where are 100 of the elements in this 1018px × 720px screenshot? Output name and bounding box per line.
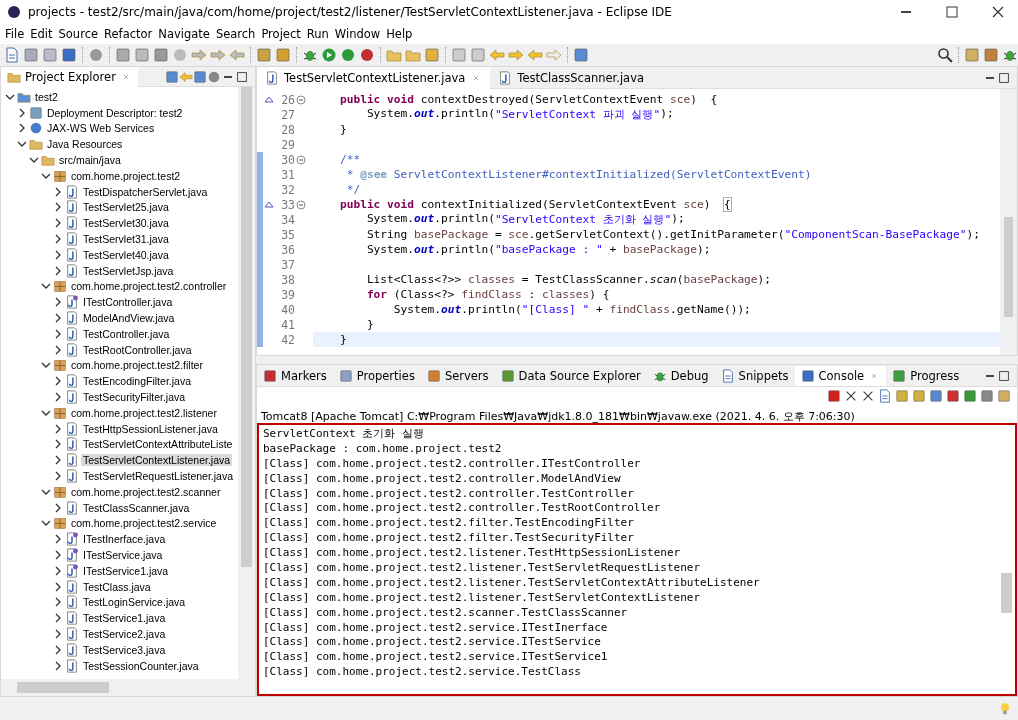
tree-item[interactable]: Deployment Descriptor: test2: [45, 106, 185, 119]
menu-item[interactable]: File: [2, 27, 28, 41]
expand-chevron-icon[interactable]: [53, 629, 63, 639]
tree-item[interactable]: TestService3.java: [81, 643, 168, 656]
tree-item[interactable]: TestServletJsp.java: [81, 264, 176, 277]
menu-item[interactable]: Source: [55, 27, 102, 41]
vertical-scrollbar[interactable]: [238, 87, 255, 679]
new-file-icon[interactable]: [4, 47, 20, 63]
expand-chevron-icon[interactable]: [17, 107, 27, 118]
expand-chevron-icon[interactable]: [53, 644, 63, 655]
expand-chevron-icon[interactable]: [53, 581, 63, 592]
tree-item[interactable]: TestSecurityFilter.java: [81, 391, 188, 404]
tree-item[interactable]: Java Resources: [45, 138, 125, 151]
tree-item[interactable]: TestSessionCounter.java: [81, 659, 201, 672]
fold-icon[interactable]: [296, 94, 306, 105]
tree-item[interactable]: TestRootController.java: [81, 343, 194, 356]
tree-item[interactable]: TestServletRequestListener.java: [81, 470, 235, 482]
view-tab[interactable]: Markers: [257, 365, 333, 386]
tree-item[interactable]: TestHttpSessionListener.java: [81, 422, 220, 435]
tree-item[interactable]: com.home.project.test2: [69, 169, 183, 182]
expand-chevron-icon[interactable]: [53, 313, 63, 324]
tree-item[interactable]: JAX-WS Web Services: [45, 122, 157, 135]
tree-item[interactable]: ITestService.java: [81, 549, 165, 561]
remove-icon[interactable]: [844, 389, 858, 403]
tree-item[interactable]: ModelAndView.java: [81, 312, 177, 325]
menu-item[interactable]: Project: [258, 27, 304, 41]
expand-chevron-icon[interactable]: [53, 392, 63, 403]
menu-item[interactable]: Window: [331, 27, 384, 41]
minimize-icon[interactable]: [986, 76, 994, 79]
expand-chevron-icon[interactable]: [17, 123, 27, 134]
expand-chevron-icon[interactable]: [53, 502, 63, 513]
expand-chevron-icon[interactable]: [53, 234, 63, 245]
menu-item[interactable]: Help: [383, 27, 416, 41]
fold-icon[interactable]: [296, 199, 306, 210]
expand-chevron-icon[interactable]: [53, 613, 63, 624]
vertical-scrollbar[interactable]: [1000, 89, 1017, 355]
tree-item[interactable]: com.home.project.test2.controller: [69, 280, 229, 293]
tree-item[interactable]: TestLoginService.java: [81, 596, 188, 609]
expand-chevron-icon[interactable]: [53, 344, 63, 355]
maximize-icon[interactable]: [235, 69, 249, 84]
menu-item[interactable]: Navigate: [155, 27, 213, 41]
tree-item[interactable]: ITestService1.java: [81, 564, 171, 577]
expand-chevron-icon[interactable]: [53, 202, 63, 213]
tree-item[interactable]: ITestInerface.java: [81, 533, 168, 546]
expand-chevron-icon[interactable]: [53, 455, 63, 466]
minimize-icon[interactable]: [224, 75, 232, 78]
view-tab[interactable]: Properties: [332, 365, 421, 386]
tree-item[interactable]: TestController.java: [81, 327, 172, 340]
expand-chevron-icon[interactable]: [53, 186, 63, 197]
tree-item[interactable]: ITestController.java: [81, 296, 175, 309]
expand-chevron-icon[interactable]: [53, 249, 63, 260]
maximize-icon[interactable]: [997, 368, 1011, 383]
view-tab[interactable]: Servers: [420, 365, 495, 386]
minimize-icon[interactable]: [986, 374, 994, 377]
run-icon[interactable]: [321, 47, 337, 63]
tree-item[interactable]: TestClass.java: [81, 580, 153, 593]
view-tab[interactable]: Data Source Explorer: [494, 365, 647, 386]
expand-chevron-icon[interactable]: [53, 328, 63, 339]
menu-item[interactable]: Run: [303, 27, 332, 41]
menu-item[interactable]: Edit: [27, 27, 56, 41]
tree-item[interactable]: TestClassScanner.java: [81, 501, 192, 514]
tree-item[interactable]: TestServlet31.java: [81, 233, 171, 246]
tree-item[interactable]: com.home.project.test2.scanner: [69, 485, 223, 498]
tree-item[interactable]: TestServletContextAttributeListe: [81, 438, 235, 451]
terminate-icon[interactable]: [827, 389, 841, 403]
tree-item[interactable]: TestEncodingFilter.java: [81, 375, 193, 388]
expand-chevron-icon[interactable]: [53, 471, 63, 481]
expand-chevron-icon[interactable]: [53, 265, 63, 276]
expand-chevron-icon[interactable]: [53, 423, 63, 434]
tree-item[interactable]: TestService2.java: [81, 628, 168, 640]
tree-item[interactable]: TestServletContextListener.java: [81, 454, 233, 467]
project-explorer-tab[interactable]: Project Explorer: [1, 66, 138, 87]
editor-tab[interactable]: TestClassScanner.java: [490, 66, 652, 89]
tree-item[interactable]: com.home.project.test2.filter: [69, 359, 205, 372]
tree-item[interactable]: TestDispatcherServlet.java: [81, 185, 210, 198]
tree-item[interactable]: TestServlet30.java: [81, 217, 171, 230]
horizontal-scrollbar[interactable]: [1, 679, 255, 696]
maximize-icon[interactable]: [997, 70, 1011, 85]
tree-item[interactable]: TestService1.java: [81, 612, 168, 625]
menu-item[interactable]: Refactor: [101, 27, 156, 41]
expand-chevron-icon[interactable]: [53, 297, 63, 308]
view-tab[interactable]: Progress: [886, 365, 966, 386]
tree-item[interactable]: test2: [33, 90, 60, 103]
menu-item[interactable]: Search: [212, 27, 259, 41]
tree-item[interactable]: com.home.project.test2.listener: [69, 406, 219, 419]
tree-item[interactable]: TestServlet25.java: [81, 201, 171, 214]
expand-chevron-icon[interactable]: [53, 439, 63, 450]
tree-item[interactable]: src/main/java: [57, 154, 123, 167]
view-tab[interactable]: Snippets: [714, 365, 795, 386]
expand-chevron-icon[interactable]: [53, 534, 63, 545]
fold-icon[interactable]: [296, 154, 306, 165]
expand-chevron-icon[interactable]: [53, 218, 63, 229]
expand-chevron-icon[interactable]: [53, 660, 63, 671]
expand-chevron-icon[interactable]: [53, 565, 63, 576]
tree-item[interactable]: TestServlet40.java: [81, 248, 171, 261]
view-tab[interactable]: Debug: [646, 365, 715, 386]
expand-chevron-icon[interactable]: [53, 597, 63, 608]
editor-tab[interactable]: TestServletContextListener.java: [257, 66, 491, 89]
view-tab[interactable]: Console: [794, 365, 887, 386]
expand-chevron-icon[interactable]: [53, 550, 63, 560]
